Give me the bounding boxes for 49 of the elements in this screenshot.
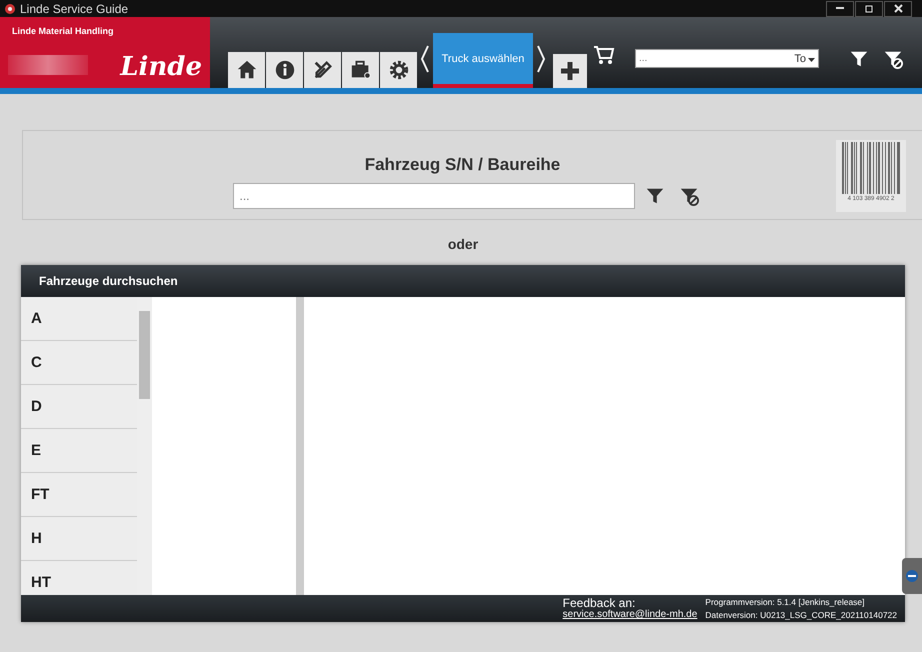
- close-icon: [894, 4, 902, 13]
- gear-icon: [388, 59, 410, 81]
- feedback-label: Feedback an:: [562, 597, 636, 609]
- toolbox-tab[interactable]: [342, 52, 379, 88]
- filter-icon[interactable]: [644, 186, 664, 206]
- letter-item[interactable]: C: [21, 341, 137, 385]
- logo: Linde: [120, 52, 202, 82]
- search-title: Fahrzeug S/N / Baureihe: [364, 155, 560, 175]
- toolbox-icon: [350, 59, 372, 81]
- clear-filter-icon[interactable]: [883, 49, 903, 69]
- letter-item[interactable]: FT: [21, 473, 137, 517]
- browser-title: Fahrzeuge durchsuchen: [39, 274, 178, 288]
- tools-tab[interactable]: [304, 52, 341, 88]
- or-label: oder: [448, 236, 478, 252]
- close-button[interactable]: [884, 0, 912, 16]
- search-field[interactable]: ... To: [635, 49, 819, 68]
- letter-item[interactable]: E: [21, 429, 137, 473]
- app-icon: [4, 2, 16, 14]
- remote-support-tab[interactable]: [902, 558, 922, 594]
- caret-icon: [808, 58, 815, 62]
- info-icon: [274, 59, 296, 81]
- home-icon: [236, 59, 258, 81]
- info-tab[interactable]: [266, 52, 303, 88]
- plus-icon: [559, 60, 581, 82]
- restore-icon: [864, 4, 874, 13]
- remote-support-icon: [905, 569, 919, 583]
- letter-item[interactable]: D: [21, 385, 137, 429]
- letter-item[interactable]: A: [21, 297, 137, 341]
- email-link[interactable]: service.software@linde-mh.de: [562, 609, 698, 620]
- search-option-dropdown[interactable]: To: [794, 52, 818, 64]
- minimize-icon: [836, 7, 844, 10]
- scrollbar[interactable]: [137, 297, 152, 595]
- brand-text: Linde Material Handling: [12, 26, 114, 36]
- barcode-icon: [840, 140, 902, 196]
- gear-tab[interactable]: [380, 52, 417, 88]
- clear-filter-icon[interactable]: [678, 186, 698, 206]
- cart-icon[interactable]: [593, 45, 615, 65]
- restore-button[interactable]: [855, 0, 883, 16]
- home-tab[interactable]: [228, 52, 265, 88]
- tab[interactable]: Truck auswählen: [433, 33, 533, 88]
- program-version: Programmversion: 5.1.4 [Jenkins_release]: [705, 597, 866, 607]
- letter-item[interactable]: HT: [21, 561, 137, 595]
- window-title: Linde Service Guide: [20, 2, 128, 16]
- minimize-button[interactable]: [826, 0, 854, 16]
- letter-item[interactable]: H: [21, 517, 137, 561]
- serial-input-field[interactable]: ...: [232, 183, 634, 209]
- add-button[interactable]: [553, 54, 587, 88]
- filter-icon[interactable]: [849, 49, 869, 69]
- data-version: Datenversion: U0213_LSG_CORE_202110140722: [705, 610, 897, 620]
